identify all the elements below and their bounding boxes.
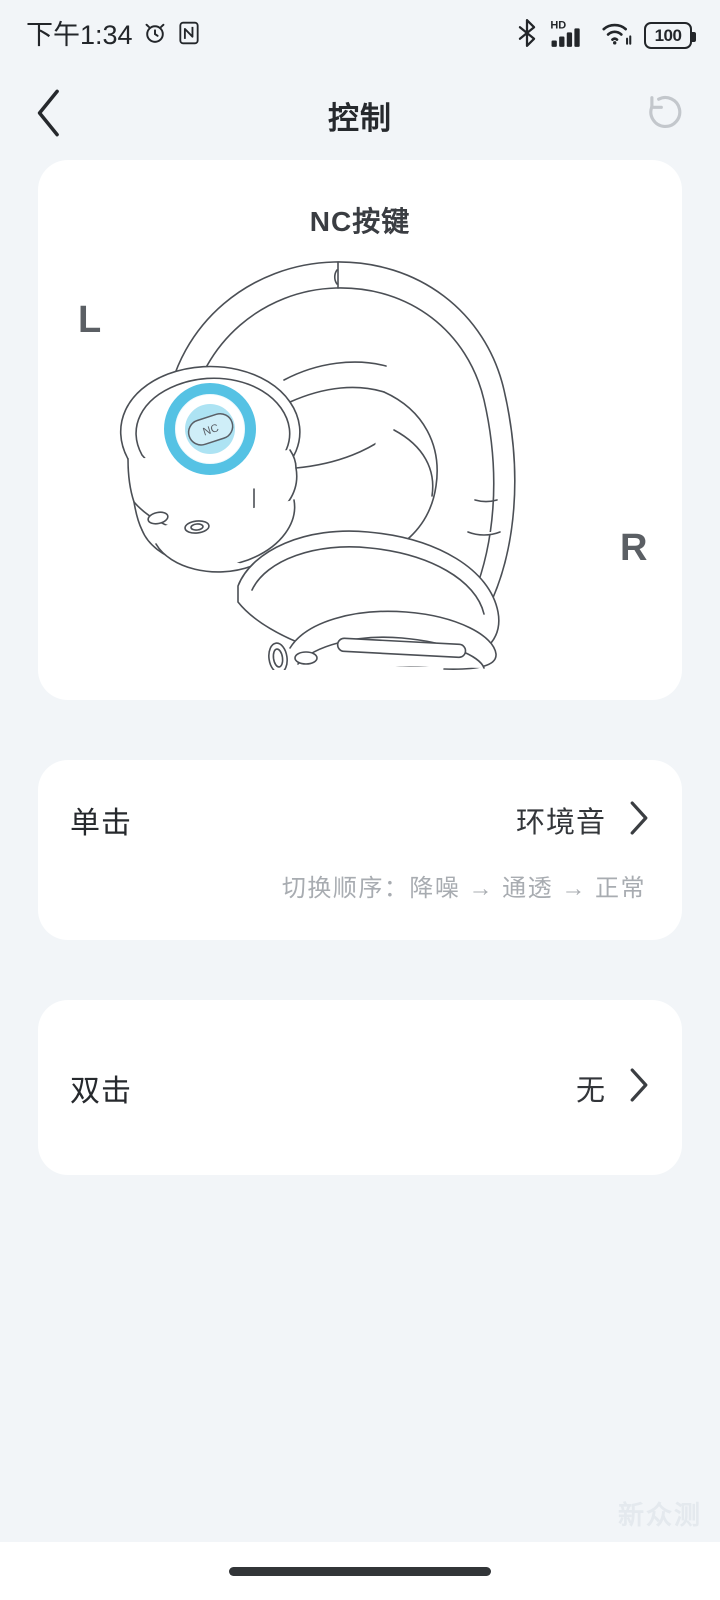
svg-text:HD: HD xyxy=(550,19,566,31)
phone-screen: 下午1:34 HD 100 控制 NC按键 NC L R 单击 环境音 切换顺序… xyxy=(0,0,720,1600)
chevron-right-icon xyxy=(628,1066,650,1109)
home-indicator[interactable] xyxy=(229,1566,491,1576)
nc-button-card: NC按键 NC L R xyxy=(38,160,682,700)
single-tap-label: 单击 xyxy=(70,807,132,840)
back-button[interactable] xyxy=(32,87,88,143)
reset-icon xyxy=(642,91,686,140)
watermark: 新众测 xyxy=(617,1500,702,1530)
double-tap-row[interactable]: 双击 无 xyxy=(38,1000,682,1175)
status-bar: 下午1:34 HD 100 xyxy=(0,0,720,70)
hd-signal-icon: HD xyxy=(550,18,590,53)
double-tap-value: 无 xyxy=(575,1074,606,1107)
status-time: 下午1:34 xyxy=(26,19,133,50)
double-tap-main: 双击 无 xyxy=(70,1066,650,1110)
status-bar-right: HD 100 xyxy=(515,18,696,53)
chevron-left-icon xyxy=(32,86,66,145)
battery-level: 100 xyxy=(654,25,682,45)
chevron-right-icon xyxy=(628,799,650,842)
bluetooth-icon xyxy=(515,18,539,53)
double-tap-label: 双击 xyxy=(70,1074,132,1108)
wifi-icon xyxy=(601,19,633,52)
home-indicator-area xyxy=(0,1542,720,1600)
single-tap-row[interactable]: 单击 环境音 切换顺序：降噪 → 通透 → 正常 xyxy=(38,760,682,940)
double-tap-right: 无 xyxy=(576,1066,650,1109)
card-title: NC按键 xyxy=(309,206,411,237)
single-tap-right: 环境音 xyxy=(516,799,650,842)
reset-button[interactable] xyxy=(630,87,686,143)
battery-icon: 100 xyxy=(644,21,696,49)
single-tap-value: 环境音 xyxy=(515,807,606,839)
title-bar: 控制 xyxy=(0,70,720,160)
status-bar-left: 下午1:34 xyxy=(26,20,201,51)
headphone-illustration: NC L R xyxy=(38,250,682,670)
single-tap-main: 单击 环境音 xyxy=(70,798,650,842)
left-side-label: L xyxy=(78,299,101,341)
nfc-icon xyxy=(177,20,201,51)
main-content: NC按键 NC L R 单击 环境音 切换顺序：降噪 → 通透 → 正常 双击 … xyxy=(0,160,720,1542)
page-title: 控制 xyxy=(328,100,392,136)
single-tap-subtext: 切换顺序：降噪 → 通透 → 正常 xyxy=(281,875,646,902)
alarm-clock-icon xyxy=(142,20,168,51)
right-side-label: R xyxy=(620,527,647,569)
